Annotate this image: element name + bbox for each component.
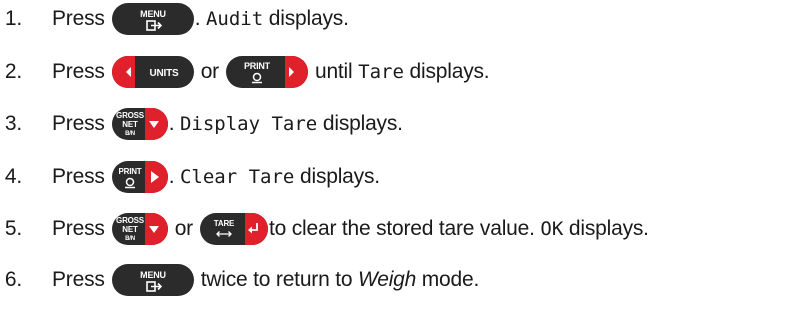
step-3: 3. Press GROSS NET B/N . Display Tare di… [0, 107, 787, 141]
tare-key: TARE [199, 212, 269, 246]
step-text: to clear the stored tare value. OK displ… [268, 217, 649, 240]
step-number: 3. [4, 112, 22, 135]
net-label: NET [122, 120, 138, 129]
bn-label: B/N [125, 131, 135, 137]
units-key-label: UNITS [149, 68, 179, 79]
net-label: NET [122, 225, 138, 234]
bn-label: B/N [125, 236, 135, 242]
press-label: Press [52, 217, 105, 240]
step-2: 2. Press UNITS or PRINT until Tare displ… [0, 55, 787, 89]
press-label: Press [52, 60, 105, 83]
step-text: . Clear Tare displays. [168, 165, 380, 188]
gross-net-key: GROSS NET B/N [111, 212, 169, 246]
step-text: . Audit displays. [194, 7, 349, 30]
step-number: 4. [4, 165, 22, 188]
gross-label: GROSS [116, 216, 145, 225]
gross-net-key: GROSS NET B/N [111, 107, 169, 141]
press-label: Press [52, 112, 105, 135]
gross-label: GROSS [116, 111, 145, 120]
step-number: 6. [4, 268, 22, 291]
tare-key-label: TARE [214, 219, 235, 228]
step-number: 5. [4, 217, 22, 240]
menu-key: MENU [111, 263, 195, 297]
units-key: UNITS [111, 55, 195, 89]
step-text: twice to return to Weigh mode. [200, 268, 480, 291]
step-5: 5. Press GROSS NET B/N or TARE to clear … [0, 212, 787, 246]
menu-key-label: MENU [140, 270, 166, 280]
menu-key-label: MENU [140, 9, 166, 19]
step-4: 4. Press PRINT . Clear Tare displays. [0, 160, 787, 194]
print-key-label: PRINT [244, 61, 271, 71]
step-6: 6. Press MENU twice to return to Weigh m… [0, 263, 787, 297]
step-text: until Tare displays. [314, 60, 490, 83]
print-key-label: PRINT [118, 167, 141, 176]
or-label: or [174, 217, 193, 240]
press-label: Press [52, 7, 105, 30]
step-1: 1. Press MENU . Audit displays. [0, 2, 787, 36]
print-key: PRINT [225, 55, 309, 89]
or-label: or [200, 60, 219, 83]
press-label: Press [52, 268, 105, 291]
menu-key: MENU [111, 2, 195, 36]
print-key: PRINT [111, 160, 169, 194]
step-number: 2. [4, 60, 22, 83]
step-text: . Display Tare displays. [168, 112, 403, 135]
step-number: 1. [4, 7, 22, 30]
press-label: Press [52, 165, 105, 188]
